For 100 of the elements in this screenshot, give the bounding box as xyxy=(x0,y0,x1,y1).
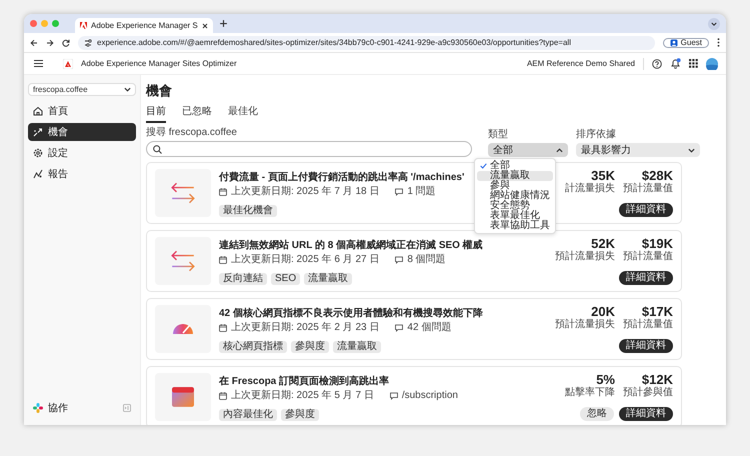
page-title: 機會 xyxy=(146,83,173,99)
avatar-icon[interactable] xyxy=(706,58,718,70)
new-tab-icon[interactable] xyxy=(218,19,228,28)
chart-icon xyxy=(33,169,43,179)
metric-value: 35K xyxy=(591,169,615,183)
tag: 參與度 xyxy=(291,341,329,353)
tag: SEO xyxy=(271,273,300,285)
tag: 流量贏取 xyxy=(304,273,352,285)
more-icon[interactable] xyxy=(717,38,720,47)
opportunity-title[interactable]: 付費流量 - 頁面上付費行銷活動的跳出率高 '/machines' xyxy=(219,172,464,184)
metric-value: 5% xyxy=(596,373,615,387)
browser-window-icon xyxy=(172,387,194,407)
search-icon xyxy=(153,144,162,154)
details-button[interactable]: 詳細資料 xyxy=(619,203,673,217)
metric-label: 預計流量損失 xyxy=(555,251,615,262)
dropdown-label: 類型 xyxy=(488,128,509,141)
metric-value: $19K xyxy=(642,237,673,251)
person-icon xyxy=(670,38,678,46)
menu-option[interactable]: 全部 xyxy=(477,161,553,171)
gear-icon xyxy=(33,148,43,158)
search-field[interactable] xyxy=(146,141,472,157)
notification-bell-icon[interactable] xyxy=(670,58,681,69)
tag: 最佳化機會 xyxy=(219,205,277,217)
metric-value: $28K xyxy=(642,169,673,183)
issue-detail-text: 8 個問題 xyxy=(407,254,446,266)
trend-arrow-icon xyxy=(33,127,43,137)
menu-icon[interactable] xyxy=(34,60,43,67)
last-updated-text: 上次更新日期: 2025 年 7 月 18 日 xyxy=(231,186,380,198)
menu-option[interactable]: 參與 xyxy=(477,181,553,191)
details-button[interactable]: 詳細資料 xyxy=(619,339,673,353)
tab[interactable]: 最佳化 xyxy=(228,103,258,123)
dropdown[interactable]: 最具影響力 xyxy=(576,143,700,157)
site-settings-icon xyxy=(84,38,92,46)
nav-item[interactable]: 設定 xyxy=(28,144,136,162)
app-grid-icon[interactable] xyxy=(689,59,698,68)
menu-option[interactable]: 表單最佳化 xyxy=(477,211,553,221)
metric-value: $12K xyxy=(642,373,673,387)
nav-item[interactable]: 機會 xyxy=(28,123,136,141)
comment-icon xyxy=(395,256,404,264)
close-icon[interactable] xyxy=(202,22,208,28)
gauge-icon xyxy=(173,324,193,334)
forward-icon[interactable] xyxy=(46,38,54,46)
issue-detail-text: /subscription xyxy=(402,390,458,402)
last-updated-text: 上次更新日期: 2025 年 5 月 7 日 xyxy=(231,390,374,402)
metric-label: 點擊率下降 xyxy=(565,387,615,398)
calendar-icon xyxy=(219,324,227,332)
menu-option[interactable]: 表單協助工具 xyxy=(477,221,553,231)
metric-value: 20K xyxy=(591,305,615,319)
home-icon xyxy=(33,106,43,116)
ignore-button[interactable]: 忽略 xyxy=(580,407,614,421)
tag: 反向連結 xyxy=(219,273,267,285)
last-updated-text: 上次更新日期: 2025 年 2 月 23 日 xyxy=(231,322,380,334)
site-selector[interactable]: frescopa.coffee xyxy=(28,83,136,96)
browser-tab[interactable]: Adobe Experience Manager S xyxy=(75,18,213,33)
metric-value: 52K xyxy=(591,237,615,251)
nav-item[interactable]: 首頁 xyxy=(28,102,136,120)
opportunity-title[interactable]: 在 Frescopa 訂閱頁面檢測到高跳出率 xyxy=(219,376,390,388)
tab[interactable]: 目前 xyxy=(146,103,166,123)
address-bar[interactable]: experience.adobe.com/#/@aemrefdemoshared/sites-optimizer/sites/34bb79c0-c901-4241-929e-a9c930560e03/opportunities?type=all xyxy=(78,36,655,50)
dropdown-label: 排序依據 xyxy=(576,128,617,141)
organization-name[interactable]: AEM Reference Demo Shared xyxy=(526,59,635,68)
collaboration-label[interactable]: 協作 xyxy=(48,401,68,415)
metric-label: 預計流量損失 xyxy=(555,319,615,330)
menu-option[interactable]: 安全態勢 xyxy=(477,201,553,211)
dropdown[interactable]: 全部 xyxy=(488,143,568,157)
menu-option[interactable]: 流量贏取 xyxy=(477,171,553,181)
opportunity-title[interactable]: 42 個核心網頁指標不良表示使用者體驗和有機搜尋效能下降 xyxy=(219,308,483,320)
metric-value: $17K xyxy=(642,305,673,319)
comment-icon xyxy=(395,324,404,332)
calendar-icon xyxy=(219,188,227,196)
calendar-icon xyxy=(219,392,227,400)
metric-label: 預計流量值 xyxy=(623,251,673,262)
tag: 流量贏取 xyxy=(333,341,381,353)
menu-option[interactable]: 網站健康情況 xyxy=(477,191,553,201)
calendar-icon xyxy=(219,256,227,264)
metric-label: 計流量損失 xyxy=(565,183,615,194)
comment-icon xyxy=(390,392,398,400)
tag: 內容最佳化 xyxy=(219,409,277,421)
tab[interactable]: 已忽略 xyxy=(182,103,212,123)
tag: 參與度 xyxy=(281,409,319,421)
tab-list-icon[interactable] xyxy=(708,18,720,30)
metric-label: 預計流量值 xyxy=(623,319,673,330)
details-button[interactable]: 詳細資料 xyxy=(619,271,673,285)
issue-detail-text: 1 問題 xyxy=(407,186,436,198)
search-label: 搜尋 frescopa.coffee xyxy=(146,126,238,139)
details-button[interactable]: 詳細資料 xyxy=(619,407,673,421)
issue-detail-text: 42 個問題 xyxy=(407,322,452,334)
adobe-logo-icon xyxy=(80,22,87,29)
metric-label: 預計流量值 xyxy=(623,183,673,194)
help-icon[interactable] xyxy=(652,58,662,68)
profile-button[interactable]: Guest xyxy=(662,38,709,48)
back-icon[interactable] xyxy=(30,38,38,46)
opportunity-title[interactable]: 連結到無效網站 URL 的 8 個高權威網域正在消滅 SEO 權威 xyxy=(219,240,483,252)
reload-icon[interactable] xyxy=(62,38,70,46)
comment-icon xyxy=(395,188,404,196)
app-title: Adobe Experience Manager Sites Optimizer xyxy=(81,59,237,68)
last-updated-text: 上次更新日期: 2025 年 6 月 27 日 xyxy=(231,254,380,266)
nav-item[interactable]: 報告 xyxy=(28,165,136,183)
tag: 核心網頁指標 xyxy=(219,341,287,353)
app-logo-icon xyxy=(63,58,73,68)
